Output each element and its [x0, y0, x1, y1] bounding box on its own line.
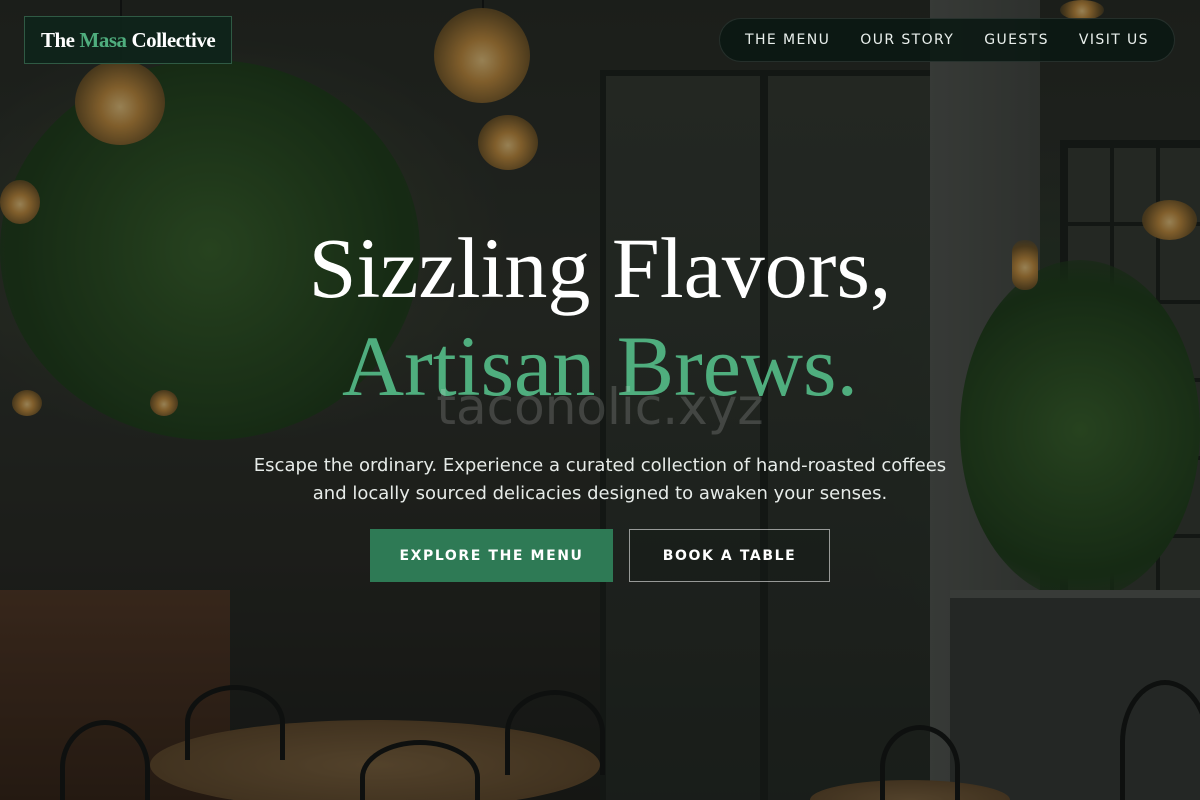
brand-word-collective: Collective — [131, 27, 216, 52]
main-nav: THE MENU OUR STORY GUESTS VISIT US — [719, 18, 1175, 62]
book-table-button[interactable]: BOOK A TABLE — [629, 529, 830, 582]
nav-link-visit-us[interactable]: VISIT US — [1079, 32, 1149, 48]
hero-subtitle: Escape the ordinary. Experience a curate… — [253, 455, 947, 504]
nav-link-menu[interactable]: THE MENU — [745, 32, 830, 48]
watermark: taconolic.xyz — [436, 378, 764, 436]
brand-word-the: The — [41, 27, 75, 52]
nav-link-guests[interactable]: GUESTS — [984, 32, 1049, 48]
brand-word-masa: Masa — [79, 27, 128, 52]
explore-menu-button[interactable]: EXPLORE THE MENU — [370, 529, 613, 582]
brand-logo[interactable]: The Masa Collective — [24, 16, 233, 64]
hero-headline-line1: Sizzling Flavors, — [308, 220, 892, 316]
nav-link-our-story[interactable]: OUR STORY — [860, 32, 954, 48]
